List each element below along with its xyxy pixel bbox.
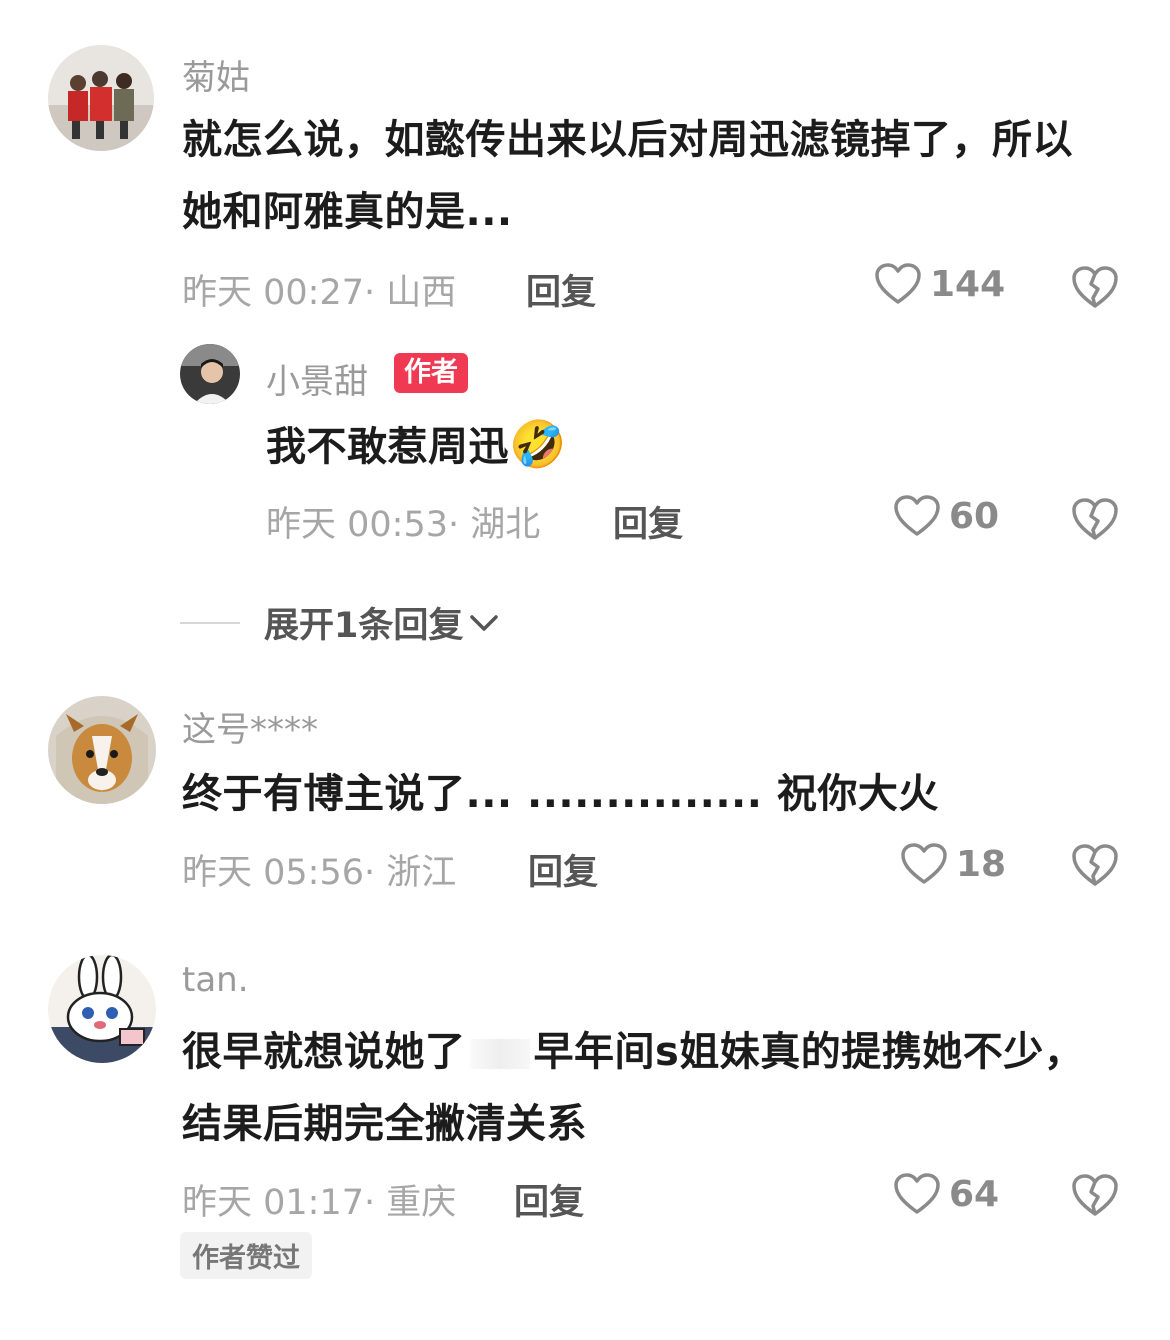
reply-button[interactable]: 回复 xyxy=(526,264,596,315)
comment-meta: 昨天 01:17· 重庆 xyxy=(182,1174,456,1225)
broken-heart-icon[interactable] xyxy=(1071,496,1119,542)
author-liked-tag: 作者赞过 xyxy=(180,1232,312,1279)
person-avatar-icon xyxy=(180,344,240,404)
heart-icon xyxy=(875,263,921,304)
like-button[interactable]: 64 xyxy=(893,1172,999,1216)
comment-time: 昨天 01:17 xyxy=(182,1183,364,1223)
reply-username[interactable]: 小景甜 xyxy=(266,354,368,403)
avatar[interactable] xyxy=(48,45,154,151)
expand-replies-label: 展开1条回复 xyxy=(264,606,464,646)
like-button[interactable]: 18 xyxy=(900,842,1006,886)
avatar[interactable] xyxy=(48,955,156,1063)
heart-icon xyxy=(894,495,940,536)
like-count: 144 xyxy=(930,263,1006,305)
comment-meta: 昨天 05:56· 浙江 xyxy=(182,844,456,895)
comment-location: 重庆 xyxy=(386,1183,457,1223)
heart-icon xyxy=(901,843,947,884)
comment-meta: 昨天 00:27· 山西 xyxy=(182,264,456,315)
broken-heart-icon[interactable] xyxy=(1071,264,1119,310)
reply-button[interactable]: 回复 xyxy=(613,496,683,547)
like-count: 60 xyxy=(949,495,1000,537)
like-button[interactable]: 144 xyxy=(874,262,1005,306)
reply-text: 我不敢惹周迅🤣 xyxy=(266,408,567,483)
meta-separator: · xyxy=(364,853,387,893)
comment-text: 就怎么说，如懿传出来以后对周迅滤镜掉了，所以她和阿雅真的是... xyxy=(182,117,1073,235)
dog-avatar-icon xyxy=(48,696,156,804)
comment-time: 昨天 00:27 xyxy=(182,273,364,313)
comment-location: 山西 xyxy=(386,273,457,313)
redacted-mosaic xyxy=(469,1039,530,1069)
chevron-down-icon xyxy=(470,614,499,631)
meta-separator: · xyxy=(448,505,471,545)
avatar[interactable] xyxy=(48,696,156,804)
reply-location: 湖北 xyxy=(470,505,541,545)
author-badge: 作者 xyxy=(394,353,468,393)
like-count: 18 xyxy=(956,843,1007,885)
reply-avatar[interactable] xyxy=(180,344,240,404)
broken-heart-icon[interactable] xyxy=(1071,1172,1119,1218)
comment-location: 浙江 xyxy=(386,853,457,893)
reply-button[interactable]: 回复 xyxy=(514,1174,584,1225)
comment-time: 昨天 05:56 xyxy=(182,853,364,893)
reply-time: 昨天 00:53 xyxy=(266,505,448,545)
reply-text-content: 我不敢惹周迅 xyxy=(266,424,509,470)
meta-separator: · xyxy=(364,273,387,313)
reply-meta: 昨天 00:53· 湖北 xyxy=(266,496,540,547)
comment-username[interactable]: tan. xyxy=(182,960,249,1000)
rolling-laughing-emoji: 🤣 xyxy=(509,417,567,471)
comment-text: 很早就想说她了 早年间s姐妹真的提携她不少，结果后期完全撇清关系 xyxy=(182,1016,1112,1160)
divider xyxy=(180,621,240,624)
expand-replies-button[interactable]: 展开1条回复 xyxy=(180,597,499,648)
broken-heart-icon[interactable] xyxy=(1071,842,1119,888)
like-count: 64 xyxy=(949,1173,1000,1215)
comment-username[interactable]: 这号**** xyxy=(182,702,318,751)
group-photo-avatar-icon xyxy=(48,45,154,151)
meta-separator: · xyxy=(364,1183,387,1223)
comment-username[interactable]: 菊姑 xyxy=(182,50,250,99)
like-button[interactable]: 60 xyxy=(893,494,999,538)
heart-icon xyxy=(894,1173,940,1214)
comment-text: 终于有博主说了... ............... 祝你大火 xyxy=(182,771,939,817)
reply-button[interactable]: 回复 xyxy=(528,844,598,895)
comment-text-part-1: 很早就想说她了 xyxy=(182,1029,466,1075)
rabbit-avatar-icon xyxy=(48,955,156,1063)
